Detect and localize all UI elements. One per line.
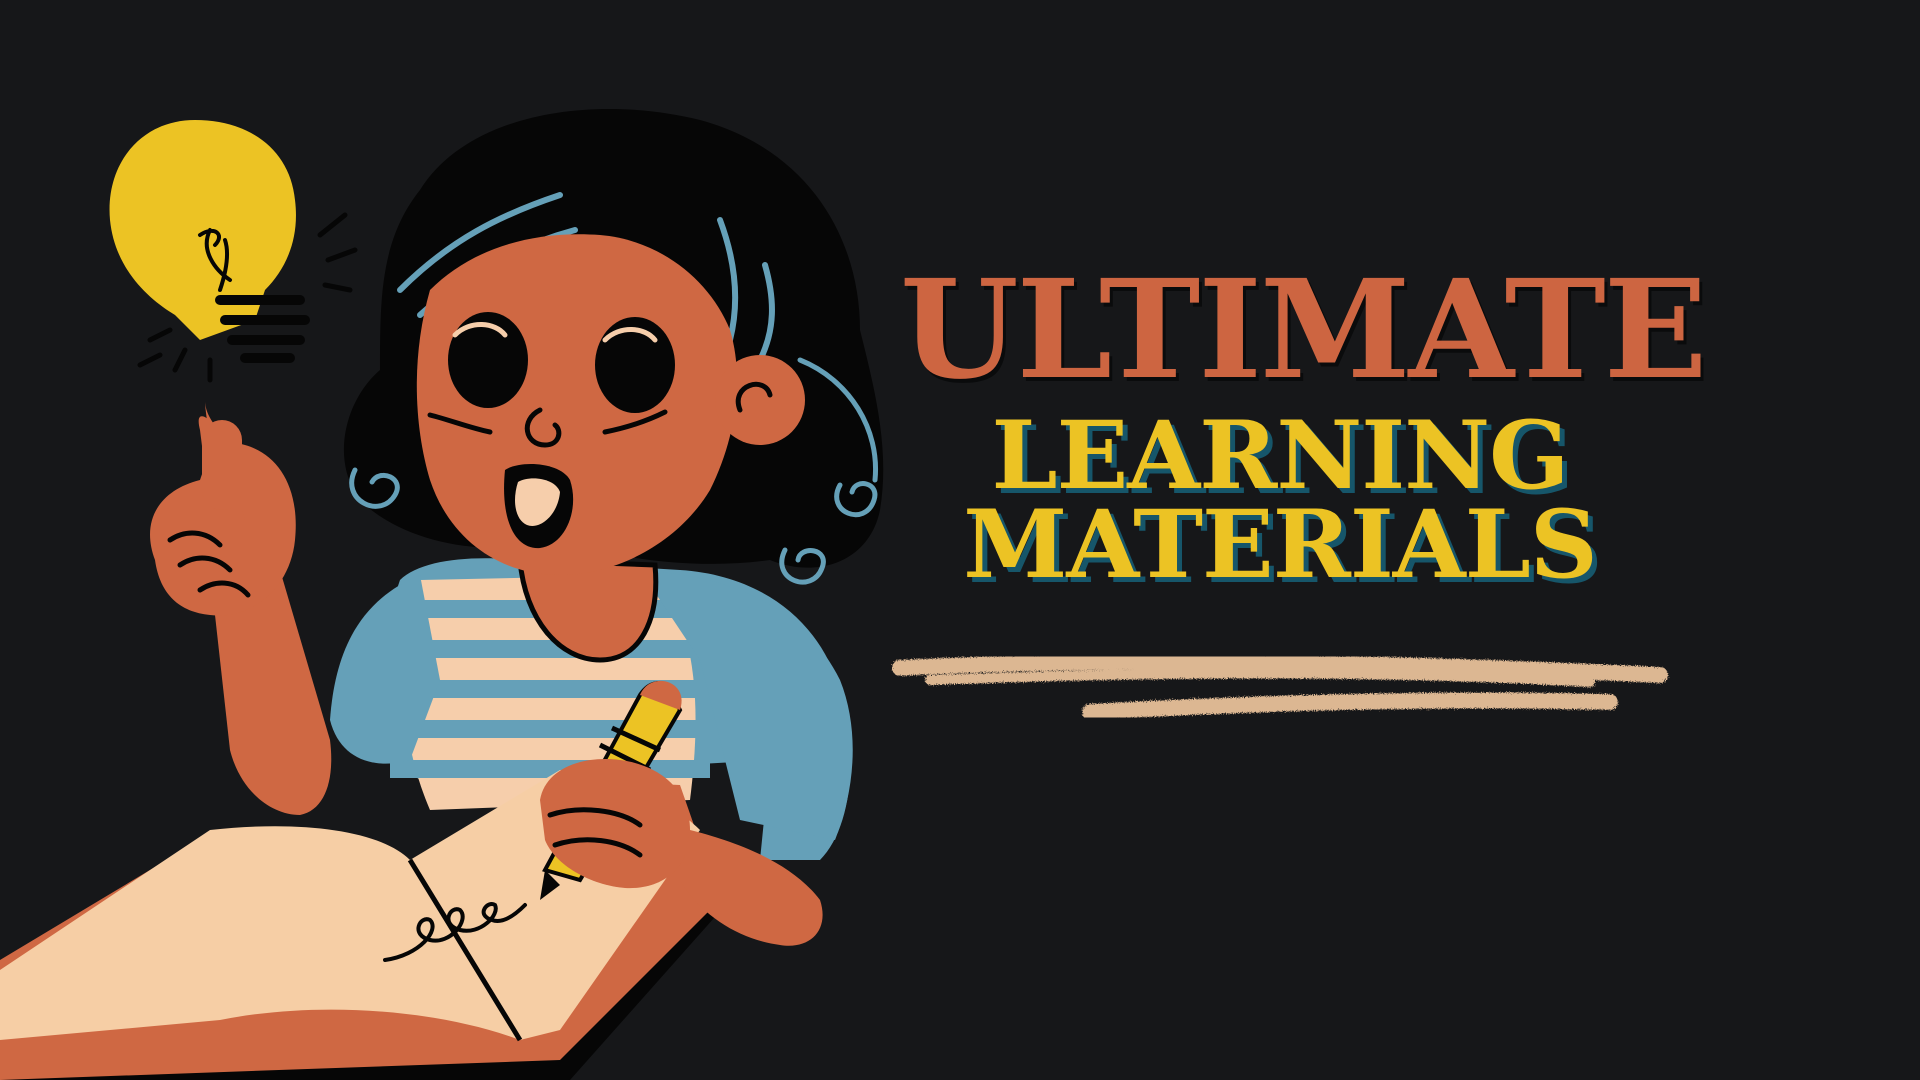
title-materials: MATERIALS [963, 490, 1597, 601]
title-block: ULTIMATE LEARNING MATERIALS [900, 250, 1707, 601]
raised-arm [150, 400, 332, 815]
title-ultimate: ULTIMATE [900, 250, 1707, 410]
slide-canvas: ULTIMATE LEARNING MATERIALS [0, 0, 1920, 1080]
title-learning: LEARNING [991, 401, 1570, 511]
light-bulb-icon [109, 120, 358, 383]
chalk-underline [892, 653, 1668, 720]
